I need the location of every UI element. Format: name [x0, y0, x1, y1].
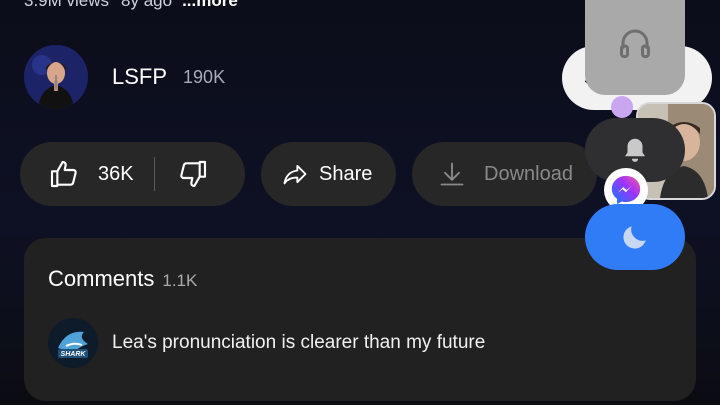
subscriber-count: 190K	[183, 66, 226, 87]
bell-icon	[620, 135, 650, 165]
comments-header: Comments 1.1K	[48, 266, 197, 292]
headphones-icon	[617, 25, 653, 61]
like-dislike-pill: 36K	[20, 142, 245, 206]
download-button[interactable]: Download	[412, 142, 597, 206]
shark-avatar-text: SHARK	[61, 351, 87, 358]
download-label: Download	[484, 162, 573, 185]
like-count: 36K	[98, 162, 134, 185]
channel-avatar[interactable]	[24, 45, 88, 109]
like-divider	[153, 157, 155, 191]
dark-mode-button[interactable]	[585, 204, 685, 270]
commenter-avatar[interactable]: SHARK	[48, 318, 98, 368]
upload-age: 8y ago	[121, 0, 173, 10]
channel-name[interactable]: LSFP	[112, 64, 167, 90]
comments-card[interactable]: Comments 1.1K SHARK Lea's pronunciation i…	[24, 238, 696, 401]
more-link[interactable]: ...more	[182, 0, 238, 10]
view-count: 3.9M views	[24, 0, 110, 10]
thumbs-down-icon[interactable]	[177, 158, 209, 190]
share-icon	[281, 160, 309, 188]
comment-text: Lea's pronunciation is clearer than my f…	[112, 332, 486, 353]
audio-mode-panel[interactable]	[585, 0, 685, 95]
channel-row: LSFP 190K	[24, 45, 225, 109]
download-icon	[438, 160, 466, 188]
comments-title: Comments	[48, 266, 155, 291]
comments-count: 1.1K	[162, 271, 198, 290]
thumbs-up-icon[interactable]	[48, 158, 80, 190]
moon-icon	[619, 221, 651, 253]
share-button[interactable]: Share	[261, 142, 396, 206]
notification-dot	[611, 96, 633, 118]
video-meta-line: 3.9M views 8y ago ...more	[24, 0, 238, 11]
share-label: Share	[319, 162, 373, 185]
